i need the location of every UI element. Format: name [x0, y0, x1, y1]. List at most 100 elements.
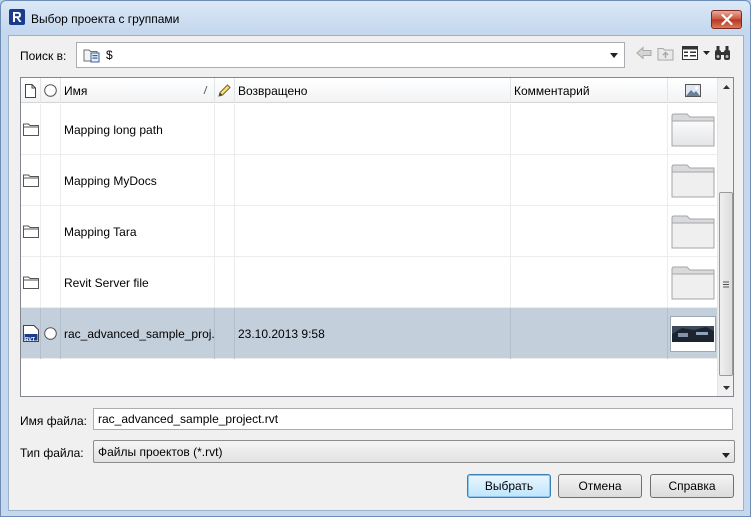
file-list[interactable]: Имя Возвращено Комментарий Mapping long … — [20, 77, 734, 397]
column-header-preview[interactable] — [668, 78, 717, 103]
folder-thumbnail-icon — [671, 266, 714, 299]
row-returned — [235, 155, 511, 206]
list-header: Имя Возвращено Комментарий — [21, 78, 717, 103]
chevron-down-icon[interactable] — [605, 45, 622, 65]
file-name-label: Имя файла: — [20, 414, 87, 428]
file-name-input[interactable] — [93, 408, 733, 430]
dialog-window: Выбор проекта с группами Поиск в: $ Имя … — [0, 0, 751, 517]
scroll-up-button[interactable] — [718, 78, 733, 95]
row-status-cell — [41, 104, 61, 155]
column-header-comment[interactable]: Комментарий — [511, 78, 668, 103]
row-status-cell — [41, 206, 61, 257]
table-row[interactable]: Revit Server file — [21, 257, 717, 308]
row-preview — [668, 155, 717, 206]
column-header-returned[interactable]: Возвращено — [235, 78, 511, 103]
folder-icon — [22, 276, 39, 289]
row-icon-cell — [21, 206, 41, 257]
column-header-name[interactable]: Имя — [61, 78, 215, 103]
binoculars-icon[interactable] — [713, 44, 731, 62]
file-type-value: Файлы проектов (*.rvt) — [98, 444, 223, 459]
row-returned — [235, 104, 511, 155]
revit-app-icon — [9, 9, 25, 25]
file-type-select[interactable]: Файлы проектов (*.rvt) — [93, 440, 735, 463]
chevron-down-icon — [722, 447, 730, 461]
column-header-file-type[interactable] — [21, 78, 41, 103]
row-name: Mapping MyDocs — [61, 155, 215, 206]
back-arrow-icon[interactable] — [636, 44, 652, 62]
pencil-icon — [218, 84, 231, 97]
column-header-returned-label: Возвращено — [238, 83, 308, 98]
folder-thumbnail-icon — [671, 113, 714, 146]
row-preview — [668, 104, 717, 155]
row-edit-cell — [215, 308, 235, 359]
folder-thumbnail-icon — [671, 215, 714, 248]
row-edit-cell — [215, 257, 235, 308]
folder-icon — [22, 123, 39, 136]
row-returned: 23.10.2013 9:58 — [235, 308, 511, 359]
look-in-label: Поиск в: — [20, 49, 67, 63]
scroll-thumb[interactable] — [719, 192, 733, 376]
row-preview — [668, 308, 717, 359]
close-button[interactable] — [711, 10, 742, 29]
row-comment — [511, 257, 668, 308]
row-status-cell — [41, 308, 61, 359]
title-bar[interactable]: Выбор проекта с группами — [1, 1, 750, 35]
column-header-edit[interactable] — [215, 78, 235, 103]
vertical-scrollbar[interactable] — [717, 78, 733, 396]
row-comment — [511, 104, 668, 155]
table-row[interactable]: Mapping MyDocs — [21, 155, 717, 206]
window-title: Выбор проекта с группами — [31, 12, 180, 26]
circle-status-icon — [44, 327, 57, 340]
scroll-down-button[interactable] — [718, 379, 733, 396]
row-edit-cell — [215, 155, 235, 206]
rvt-icon-label: RVT — [25, 337, 35, 343]
help-button[interactable]: Справка — [650, 474, 734, 498]
row-preview — [668, 257, 717, 308]
row-comment — [511, 308, 668, 359]
folder-icon — [22, 225, 39, 238]
project-thumbnail-icon — [669, 315, 716, 352]
select-button[interactable]: Выбрать — [467, 474, 551, 498]
table-row[interactable]: Mapping Tara — [21, 206, 717, 257]
row-name: Mapping Tara — [61, 206, 215, 257]
grip-icon — [723, 281, 729, 287]
file-type-label: Тип файла: — [20, 446, 84, 460]
cancel-button[interactable]: Отмена — [558, 474, 642, 498]
row-returned — [235, 257, 511, 308]
row-icon-cell: RVT — [21, 308, 41, 359]
row-edit-cell — [215, 104, 235, 155]
row-icon-cell — [21, 155, 41, 206]
look-in-combo[interactable]: $ — [76, 42, 625, 68]
row-status-cell — [41, 155, 61, 206]
table-row[interactable]: Mapping long path — [21, 104, 717, 155]
circle-status-icon — [44, 84, 57, 97]
server-folder-icon — [83, 49, 100, 63]
look-in-value: $ — [106, 48, 113, 62]
row-comment — [511, 206, 668, 257]
folder-thumbnail-icon — [671, 164, 714, 197]
row-edit-cell — [215, 206, 235, 257]
row-icon-cell — [21, 257, 41, 308]
folder-icon — [22, 174, 39, 187]
views-dropdown-icon[interactable] — [702, 44, 710, 62]
column-header-status[interactable] — [41, 78, 61, 103]
row-icon-cell — [21, 104, 41, 155]
chevron-down-icon — [723, 385, 730, 390]
row-status-cell — [41, 257, 61, 308]
column-header-name-label: Имя — [64, 83, 88, 98]
views-menu-icon[interactable] — [681, 44, 699, 62]
image-preview-icon — [684, 84, 701, 97]
row-preview — [668, 206, 717, 257]
chevron-up-icon — [723, 84, 730, 89]
up-folder-icon[interactable] — [657, 44, 675, 62]
document-icon — [25, 83, 36, 98]
row-comment — [511, 155, 668, 206]
row-name: Mapping long path — [61, 104, 215, 155]
column-header-comment-label: Комментарий — [514, 83, 590, 98]
close-icon — [720, 14, 733, 25]
row-name: Revit Server file — [61, 257, 215, 308]
dialog-client: Поиск в: $ Имя Возвращено Комментарий Ma… — [8, 35, 744, 511]
table-row-selected[interactable]: RVT rac_advanced_sample_proj... 23.10.20… — [21, 308, 717, 359]
row-name: rac_advanced_sample_proj... — [61, 308, 215, 359]
sort-indicator-icon — [203, 86, 208, 94]
